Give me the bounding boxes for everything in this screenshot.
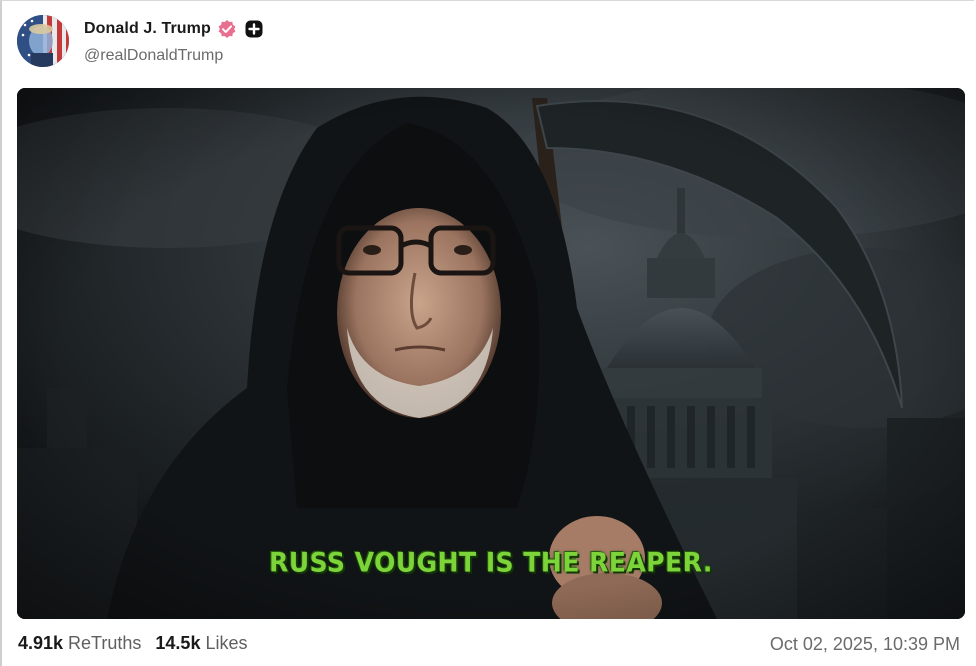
author-name-row: Donald J. Trump [84,18,263,40]
verified-badge-icon [217,19,237,39]
author-name[interactable]: Donald J. Trump [84,20,211,38]
retruths-label: ReTruths [68,633,142,653]
retruths-stat[interactable]: 4.91k ReTruths [18,633,141,654]
author-avatar[interactable] [17,15,69,67]
retruths-count: 4.91k [18,633,64,653]
plus-badge-icon [245,20,263,38]
likes-stat[interactable]: 14.5k Likes [155,633,247,654]
post-media-video[interactable]: RUSS VOUGHT IS THE REAPER. [17,88,965,619]
reaper-artwork [17,88,965,619]
engagement-stats: 4.91k ReTruths 14.5k Likes [18,633,247,654]
post-card: Donald J. Trump @realDonaldTrump RUSS VO… [0,0,974,666]
post-timestamp[interactable]: Oct 02, 2025, 10:39 PM [770,634,960,655]
media-caption: RUSS VOUGHT IS THE REAPER. [269,547,713,578]
likes-count: 14.5k [155,633,201,653]
likes-label: Likes [205,633,248,653]
author-handle[interactable]: @realDonaldTrump [84,47,223,65]
avatar-image [17,15,69,67]
